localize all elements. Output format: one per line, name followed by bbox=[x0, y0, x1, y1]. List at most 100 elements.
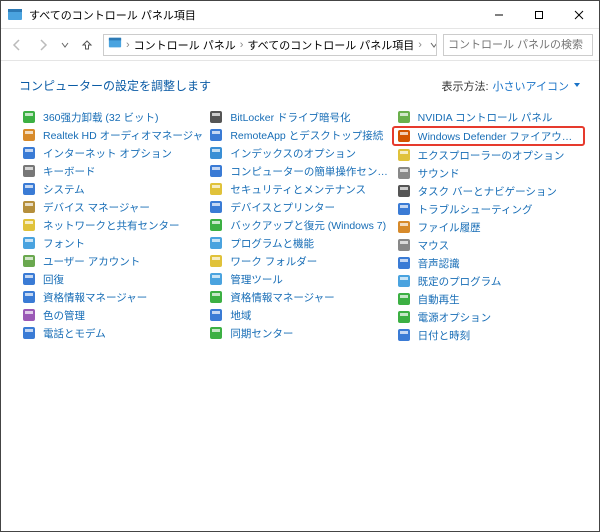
control-panel-item[interactable]: マウス bbox=[394, 236, 581, 254]
control-panel-item[interactable]: 資格情報マネージャー bbox=[19, 288, 206, 306]
control-panel-item[interactable]: 電源オプション bbox=[394, 308, 581, 326]
control-panel-item[interactable]: セキュリティとメンテナンス bbox=[206, 180, 393, 198]
up-button[interactable] bbox=[77, 35, 97, 55]
item-label: マウス bbox=[418, 238, 450, 253]
control-panel-item[interactable]: RemoteApp とデスクトップ接続 bbox=[206, 126, 393, 144]
breadcrumb-seg1[interactable]: コントロール パネル bbox=[134, 37, 236, 53]
item-label: BitLocker ドライブ暗号化 bbox=[230, 110, 350, 125]
control-panel-item[interactable]: フォント bbox=[19, 234, 206, 252]
address-bar: › コントロール パネル › すべてのコントロール パネル項目 › bbox=[1, 29, 599, 61]
control-panel-item[interactable]: ワーク フォルダー bbox=[206, 252, 393, 270]
app-icon bbox=[396, 273, 412, 289]
control-panel-item[interactable]: トラブルシューティング bbox=[394, 200, 581, 218]
control-panel-item[interactable]: 日付と時刻 bbox=[394, 326, 581, 344]
search-input[interactable] bbox=[448, 39, 590, 51]
item-label: コンピューターの簡単操作センター bbox=[230, 164, 391, 179]
search-box[interactable] bbox=[443, 34, 593, 56]
control-panel-item[interactable]: サウンド bbox=[394, 164, 581, 182]
control-panel-item[interactable]: バックアップと復元 (Windows 7) bbox=[206, 216, 393, 234]
app-icon bbox=[21, 289, 37, 305]
app-icon bbox=[208, 145, 224, 161]
item-label: 資格情報マネージャー bbox=[230, 290, 334, 305]
control-panel-item[interactable]: デバイスとプリンター bbox=[206, 198, 393, 216]
caret-down-icon bbox=[573, 80, 581, 92]
item-label: ユーザー アカウント bbox=[43, 254, 140, 269]
control-panel-item[interactable]: 管理ツール bbox=[206, 270, 393, 288]
control-panel-item[interactable]: ファイル履歴 bbox=[394, 218, 581, 236]
control-panel-item[interactable]: プログラムと機能 bbox=[206, 234, 393, 252]
item-label: フォント bbox=[43, 236, 85, 251]
app-icon bbox=[208, 325, 224, 341]
app-icon bbox=[21, 127, 37, 143]
app-icon bbox=[208, 307, 224, 323]
app-icon bbox=[21, 307, 37, 323]
items-column-1: 360强力卸载 (32 ビット)Realtek HD オーディオマネージャインタ… bbox=[19, 108, 206, 344]
item-label: 管理ツール bbox=[230, 272, 283, 287]
content-area: コンピューターの設定を調整します 表示方法: 小さいアイコン 360强力卸载 (… bbox=[1, 61, 599, 354]
control-panel-item[interactable]: Windows Defender ファイアウォール bbox=[392, 126, 585, 146]
app-icon bbox=[396, 165, 412, 181]
app-icon bbox=[396, 147, 412, 163]
window-title: すべてのコントロール パネル項目 bbox=[29, 7, 479, 23]
breadcrumb[interactable]: › コントロール パネル › すべてのコントロール パネル項目 › bbox=[103, 34, 437, 56]
control-panel-item[interactable]: エクスプローラーのオプション bbox=[394, 146, 581, 164]
control-panel-item[interactable]: Realtek HD オーディオマネージャ bbox=[19, 126, 206, 144]
app-icon bbox=[21, 235, 37, 251]
viewby-dropdown[interactable]: 小さいアイコン bbox=[493, 78, 581, 94]
control-panel-item[interactable]: インターネット オプション bbox=[19, 144, 206, 162]
app-icon bbox=[208, 253, 224, 269]
item-label: インデックスのオプション bbox=[230, 146, 356, 161]
item-label: エクスプローラーのオプション bbox=[418, 148, 565, 163]
control-panel-item[interactable]: ユーザー アカウント bbox=[19, 252, 206, 270]
item-label: 既定のプログラム bbox=[418, 274, 502, 289]
control-panel-item[interactable]: 地域 bbox=[206, 306, 393, 324]
app-icon bbox=[21, 109, 37, 125]
recent-dropdown[interactable] bbox=[59, 35, 71, 55]
app-icon bbox=[208, 271, 224, 287]
item-label: ファイル履歴 bbox=[418, 220, 481, 235]
control-panel-item[interactable]: 音声認識 bbox=[394, 254, 581, 272]
history-dropdown-icon[interactable] bbox=[430, 35, 437, 55]
item-label: バックアップと復元 (Windows 7) bbox=[230, 218, 386, 233]
item-label: 電話とモデム bbox=[43, 326, 106, 341]
item-label: インターネット オプション bbox=[43, 146, 172, 161]
control-panel-item[interactable]: インデックスのオプション bbox=[206, 144, 393, 162]
control-panel-item[interactable]: ネットワークと共有センター bbox=[19, 216, 206, 234]
viewby-label: 表示方法: bbox=[441, 78, 488, 94]
control-panel-item[interactable]: NVIDIA コントロール パネル bbox=[394, 108, 581, 126]
control-panel-item[interactable]: 360强力卸载 (32 ビット) bbox=[19, 108, 206, 126]
maximize-button[interactable] bbox=[519, 1, 559, 29]
app-icon bbox=[396, 237, 412, 253]
item-label: Windows Defender ファイアウォール bbox=[418, 129, 579, 144]
control-panel-item[interactable]: キーボード bbox=[19, 162, 206, 180]
item-label: システム bbox=[43, 182, 85, 197]
app-icon bbox=[21, 271, 37, 287]
control-panel-item[interactable]: 電話とモデム bbox=[19, 324, 206, 342]
item-label: キーボード bbox=[43, 164, 96, 179]
app-icon bbox=[208, 235, 224, 251]
control-panel-item[interactable]: 資格情報マネージャー bbox=[206, 288, 393, 306]
window-icon bbox=[7, 7, 23, 23]
item-label: ネットワークと共有センター bbox=[43, 218, 180, 233]
app-icon bbox=[21, 325, 37, 341]
back-button[interactable] bbox=[7, 35, 27, 55]
control-panel-item[interactable]: デバイス マネージャー bbox=[19, 198, 206, 216]
control-panel-item[interactable]: 既定のプログラム bbox=[394, 272, 581, 290]
control-panel-item[interactable]: 色の管理 bbox=[19, 306, 206, 324]
item-label: デバイス マネージャー bbox=[43, 200, 150, 215]
control-panel-item[interactable]: 自動再生 bbox=[394, 290, 581, 308]
close-button[interactable] bbox=[559, 1, 599, 29]
control-panel-item[interactable]: BitLocker ドライブ暗号化 bbox=[206, 108, 393, 126]
control-panel-item[interactable]: システム bbox=[19, 180, 206, 198]
control-panel-item[interactable]: 回復 bbox=[19, 270, 206, 288]
breadcrumb-seg2[interactable]: すべてのコントロール パネル項目 bbox=[247, 37, 414, 53]
item-label: プログラムと機能 bbox=[230, 236, 314, 251]
control-panel-item[interactable]: コンピューターの簡単操作センター bbox=[206, 162, 393, 180]
item-label: セキュリティとメンテナンス bbox=[230, 182, 366, 197]
forward-button[interactable] bbox=[33, 35, 53, 55]
minimize-button[interactable] bbox=[479, 1, 519, 29]
app-icon bbox=[21, 163, 37, 179]
control-panel-item[interactable]: タスク バーとナビゲーション bbox=[394, 182, 581, 200]
item-label: サウンド bbox=[418, 166, 460, 181]
control-panel-item[interactable]: 同期センター bbox=[206, 324, 393, 342]
